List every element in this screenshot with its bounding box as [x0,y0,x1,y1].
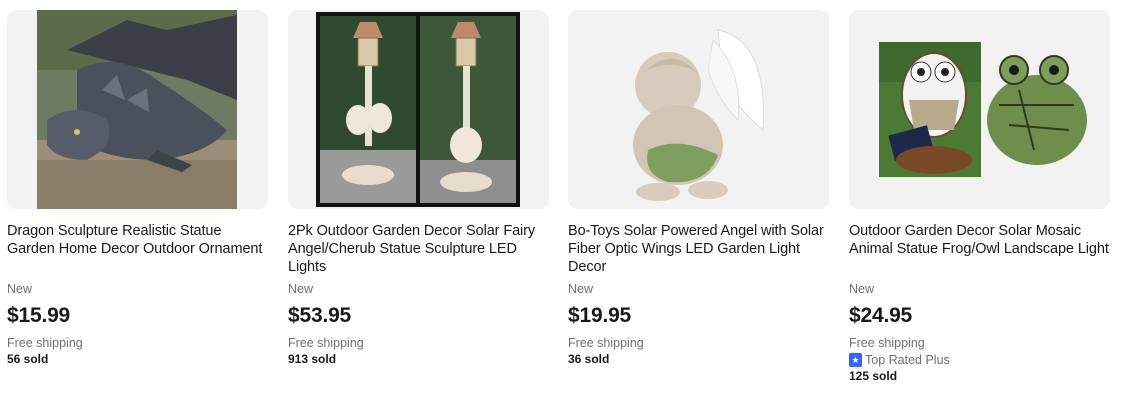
listing-card[interactable]: Outdoor Garden Decor Solar Mosaic Animal… [849,10,1110,400]
listing-title[interactable]: Dragon Sculpture Realistic Statue Garden… [7,222,268,278]
listing-image[interactable] [7,10,268,209]
listing-title[interactable]: Bo-Toys Solar Powered Angel with Solar F… [568,222,829,278]
dragon-statue-photo [37,10,237,209]
top-rated-label: Top Rated Plus [865,353,950,367]
item-condition: New [568,282,594,296]
sold-count: 125 sold [849,369,898,383]
listing-title[interactable]: Outdoor Garden Decor Solar Mosaic Animal… [849,222,1110,278]
listing-card[interactable]: Dragon Sculpture Realistic Statue Garden… [7,10,268,400]
sold-count: 36 sold [568,352,610,366]
top-rated-icon: ★ [849,353,862,367]
listing-image[interactable] [288,10,549,209]
listing-title[interactable]: 2Pk Outdoor Garden Decor Solar Fairy Ang… [288,222,549,278]
listing-image[interactable] [568,10,829,209]
listing-card[interactable]: Bo-Toys Solar Powered Angel with Solar F… [568,10,829,400]
shipping-info: Free shipping [849,336,925,350]
shipping-info: Free shipping [7,336,83,350]
listing-grid: Dragon Sculpture Realistic Statue Garden… [0,0,1124,407]
shipping-info: Free shipping [568,336,644,350]
angel-statue-photo [568,10,829,209]
item-price: $15.99 [7,304,71,327]
shipping-info: Free shipping [288,336,364,350]
sold-count: 56 sold [7,352,49,366]
top-rated-plus-badge: ★ Top Rated Plus [849,352,1110,368]
item-price: $19.95 [568,304,632,327]
cherub-lamp-photo [316,12,520,207]
sold-count: 913 sold [288,352,337,366]
item-price: $24.95 [849,304,913,327]
item-price: $53.95 [288,304,352,327]
owl-frog-mosaic-photo [849,10,1110,209]
listing-card[interactable]: 2Pk Outdoor Garden Decor Solar Fairy Ang… [288,10,549,400]
item-condition: New [7,282,33,296]
item-condition: New [849,282,875,296]
item-condition: New [288,282,314,296]
listing-image[interactable] [849,10,1110,209]
